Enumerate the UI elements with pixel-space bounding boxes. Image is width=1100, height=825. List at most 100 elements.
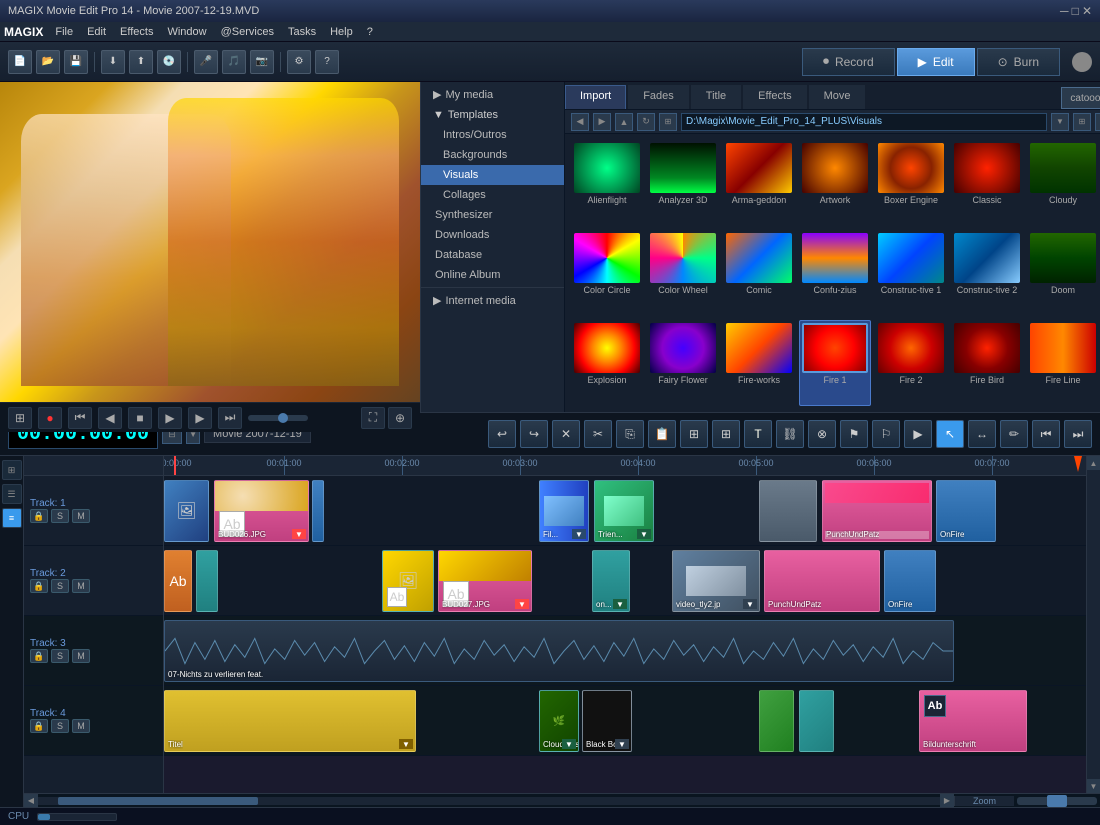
on-dropdown[interactable]: ▼ xyxy=(613,599,627,609)
minimize-btn[interactable]: ─ xyxy=(1060,4,1069,18)
track1-clip-onfire[interactable]: OnFire xyxy=(936,480,996,542)
track-4-lock-btn[interactable]: 🔒 xyxy=(30,719,48,733)
videotly2-dropdown[interactable]: ▼ xyxy=(743,599,757,609)
thumb-explosion[interactable]: Explosion xyxy=(571,320,643,406)
paste-btn[interactable]: 📋 xyxy=(648,420,676,448)
copy-btn[interactable]: ⎘ xyxy=(616,420,644,448)
play-btn[interactable]: ▶ xyxy=(158,407,182,429)
save-btn[interactable]: 💾 xyxy=(64,50,88,74)
vscroll-down-btn[interactable]: ▼ xyxy=(1087,779,1100,793)
tab-title[interactable]: Title xyxy=(691,85,741,109)
sidebar-item-downloads[interactable]: Downloads xyxy=(421,225,564,245)
track-2-lock-btn[interactable]: 🔒 xyxy=(30,579,48,593)
menu-tasks[interactable]: Tasks xyxy=(282,24,322,40)
thumb-confuzius[interactable]: Confu-zius xyxy=(799,230,871,316)
help-btn[interactable]: ? xyxy=(315,50,339,74)
volume-slider[interactable] xyxy=(248,415,308,421)
play-from-btn[interactable]: ▶ xyxy=(904,420,932,448)
text-btn[interactable]: T xyxy=(744,420,772,448)
stop-btn[interactable]: ■ xyxy=(128,407,152,429)
sidebar-item-collages[interactable]: Collages xyxy=(421,185,564,205)
track1-clip-gray[interactable] xyxy=(759,480,817,542)
browse-btn[interactable]: ⊞ xyxy=(659,113,677,131)
track-1-lock-btn[interactable]: 🔒 xyxy=(30,509,48,523)
thumb-classic[interactable]: Classic xyxy=(951,140,1023,226)
redo-btn[interactable]: ↪ xyxy=(520,420,548,448)
catooon-button[interactable]: catooon xyxy=(1061,87,1100,109)
zoom-slider[interactable] xyxy=(1017,797,1097,805)
up-btn[interactable]: ▲ xyxy=(615,113,633,131)
thumb-comic[interactable]: Comic xyxy=(723,230,795,316)
sidebar-item-visuals[interactable]: Visuals xyxy=(421,165,564,185)
tab-effects[interactable]: Effects xyxy=(743,85,806,109)
skip-start-btn[interactable]: ⏮ xyxy=(1032,420,1060,448)
thumb-constructive2[interactable]: Construc-tive 2 xyxy=(951,230,1023,316)
track4-clip-titel[interactable]: Titel ▼ xyxy=(164,690,416,752)
scene-btn[interactable]: ⊞ xyxy=(8,407,32,429)
blackbox-dropdown[interactable]: ▼ xyxy=(615,739,629,749)
record-mode-btn[interactable]: ⏺ Record xyxy=(802,48,895,76)
chapter-btn[interactable]: ⚐ xyxy=(872,420,900,448)
vscroll-up-btn[interactable]: ▲ xyxy=(1087,456,1100,470)
track1-clip-fil[interactable]: Fil... ▼ xyxy=(539,480,589,542)
burn-btn[interactable]: 💿 xyxy=(157,50,181,74)
thumb-doom[interactable]: Doom xyxy=(1027,230,1099,316)
next-frame-btn[interactable]: ▶ xyxy=(188,407,212,429)
sidebar-item-backgrounds[interactable]: Backgrounds xyxy=(421,145,564,165)
vscroll-track[interactable] xyxy=(1087,470,1100,779)
track1-clip-photo1[interactable]: 🖼 xyxy=(164,480,209,542)
thumb-colorcircle[interactable]: Color Circle xyxy=(571,230,643,316)
thumb-fireline[interactable]: Fire Line xyxy=(1027,320,1099,406)
track2-clip-teal-sm[interactable] xyxy=(196,550,218,612)
menu-help[interactable]: Help xyxy=(324,24,359,40)
sidebar-item-synthesizer[interactable]: Synthesizer xyxy=(421,205,564,225)
hscroll-left-btn[interactable]: ◀ xyxy=(24,794,38,808)
track-4-solo-btn[interactable]: S xyxy=(51,719,69,733)
skip-back-btn[interactable]: ⏮ xyxy=(68,407,92,429)
menu-window[interactable]: Window xyxy=(161,24,212,40)
track2-clip-orange[interactable]: Ab xyxy=(164,550,192,612)
new-btn[interactable]: 📄 xyxy=(8,50,32,74)
track2-clip-punch2[interactable]: PunchUndPatz xyxy=(764,550,880,612)
titel-dropdown[interactable]: ▼ xyxy=(399,739,413,749)
hscroll-right-btn[interactable]: ▶ xyxy=(940,794,954,808)
menu-info[interactable]: ? xyxy=(361,24,379,40)
storyboard-btn[interactable]: ☰ xyxy=(2,484,22,504)
skip-end-btn[interactable]: ⏭ xyxy=(1064,420,1092,448)
zoom-btn[interactable]: ⊕ xyxy=(388,407,412,429)
link-btn[interactable]: ⛓ xyxy=(776,420,804,448)
zoom-slider-thumb[interactable] xyxy=(1047,795,1067,807)
export-btn[interactable]: ⬆ xyxy=(129,50,153,74)
track1-clip-trans1[interactable] xyxy=(312,480,324,542)
thumb-boxer[interactable]: Boxer Engine xyxy=(875,140,947,226)
track-1-solo-btn[interactable]: S xyxy=(51,509,69,523)
track1-clip-bud026[interactable]: Ab BUD026.JPG ▼ xyxy=(214,480,309,542)
thumb-armageddon[interactable]: Arma-geddon xyxy=(723,140,795,226)
view-toggle-btn[interactable]: ⊞ xyxy=(1073,113,1091,131)
track-4-mute-btn[interactable]: M xyxy=(72,719,90,733)
track4-clip-blackbox[interactable]: Black Box ▼ xyxy=(582,690,632,752)
music-btn[interactable]: 🎵 xyxy=(222,50,246,74)
sidebar-item-intros[interactable]: Intros/Outros xyxy=(421,125,564,145)
track-1-mute-btn[interactable]: M xyxy=(72,509,90,523)
marker-btn[interactable]: ⚑ xyxy=(840,420,868,448)
mic-btn[interactable]: 🎤 xyxy=(194,50,218,74)
hscroll-thumb[interactable] xyxy=(58,797,258,805)
settings-btn[interactable]: ⚙ xyxy=(287,50,311,74)
thumb-cloudy[interactable]: Cloudy xyxy=(1027,140,1099,226)
trien-dropdown[interactable]: ▼ xyxy=(637,529,651,539)
edit-mode-btn[interactable]: ▶ Edit xyxy=(897,48,975,76)
tab-fades[interactable]: Fades xyxy=(628,85,689,109)
cam-btn[interactable]: 📷 xyxy=(250,50,274,74)
fullscreen-btn[interactable]: ⛶ xyxy=(361,407,385,429)
draw-tool-btn[interactable]: ✏ xyxy=(1000,420,1028,448)
fwd-btn[interactable]: ▶ xyxy=(593,113,611,131)
timeline-view-btn[interactable]: ≡ xyxy=(2,508,22,528)
tab-move[interactable]: Move xyxy=(809,85,866,109)
sidebar-item-mymedia[interactable]: ▶ My media xyxy=(421,84,564,105)
thumb-fairyflower[interactable]: Fairy Flower xyxy=(647,320,719,406)
track-3-lock-btn[interactable]: 🔒 xyxy=(30,649,48,663)
undo-btn[interactable]: ↩ xyxy=(488,420,516,448)
playhead[interactable] xyxy=(174,456,176,475)
tab-import[interactable]: Import xyxy=(565,85,626,109)
